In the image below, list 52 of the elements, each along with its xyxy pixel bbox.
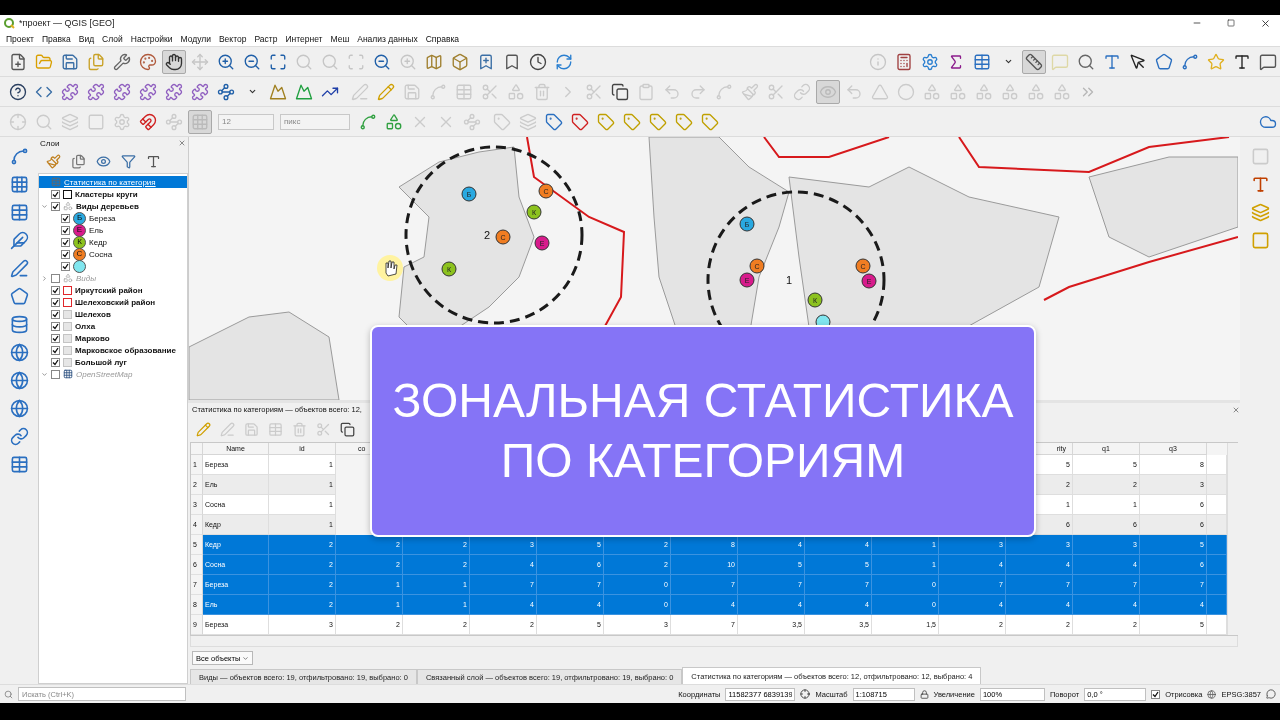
menu-item[interactable]: Интернет bbox=[285, 33, 323, 44]
layer-name: Иркутский район bbox=[75, 285, 143, 295]
menu-item[interactable]: Настройки bbox=[130, 33, 173, 44]
layer-name: Виды деревьев bbox=[76, 201, 139, 211]
window-title: *проект — QGIS [GEO] bbox=[19, 18, 116, 28]
layer-row[interactable]: Виды деревьев bbox=[39, 200, 187, 212]
dot-letter: Е bbox=[76, 226, 83, 234]
menu-item[interactable]: Справка bbox=[425, 33, 460, 44]
menu-item[interactable]: Растр bbox=[254, 33, 278, 44]
category-row[interactable]: К Кедр bbox=[39, 236, 187, 248]
layer-row[interactable]: Марковское образование bbox=[39, 344, 187, 356]
category-label: Ель bbox=[89, 225, 104, 235]
layer-row[interactable]: Иркутский район bbox=[39, 284, 187, 296]
layer-row[interactable]: Статистика по категория bbox=[39, 176, 187, 188]
layer-name: Виды bbox=[76, 273, 97, 283]
layer-name: Олха bbox=[75, 321, 96, 331]
category-row[interactable]: Е Ель bbox=[39, 224, 187, 236]
category-row[interactable]: С Сосна bbox=[39, 248, 187, 260]
layer-name: Большой луг bbox=[75, 357, 127, 367]
layer-row[interactable]: Кластеры круги bbox=[39, 188, 187, 200]
menu-item[interactable]: Правка bbox=[42, 33, 71, 44]
dot-letter: К bbox=[77, 238, 82, 246]
dot-letter: Б bbox=[76, 214, 83, 222]
category-label: Сосна bbox=[89, 249, 113, 259]
layer-name: Шелехов bbox=[75, 309, 111, 319]
layer-name: Марково bbox=[75, 333, 110, 343]
menu-item[interactable]: Проект bbox=[6, 33, 34, 44]
layer-name: Марковское образование bbox=[75, 345, 176, 355]
layer-name: OpenStreetMap bbox=[76, 369, 133, 379]
layer-row[interactable]: Олха bbox=[39, 320, 187, 332]
category-row[interactable]: Б Береза bbox=[39, 212, 187, 224]
banner-title: ПО КАТЕГОРИЯМ bbox=[500, 437, 906, 485]
dot-letter: С bbox=[76, 250, 83, 258]
menu-item[interactable]: Слой bbox=[102, 33, 123, 44]
layer-row[interactable]: Шелеховский район bbox=[39, 296, 187, 308]
category-label: Кедр bbox=[89, 237, 108, 247]
menu-item[interactable]: Вектор bbox=[218, 33, 247, 44]
category-label: Береза bbox=[89, 213, 116, 223]
cluster-label: 1 bbox=[786, 274, 793, 286]
layer-row[interactable]: Большой луг bbox=[39, 356, 187, 368]
menu-item[interactable]: Меш bbox=[330, 33, 350, 44]
panel-title: Слои bbox=[40, 138, 61, 148]
menu-item[interactable]: Модули bbox=[180, 33, 211, 44]
cluster-label: 2 bbox=[484, 229, 491, 241]
layer-row[interactable]: Марково bbox=[39, 332, 187, 344]
layer-row[interactable]: Шелехов bbox=[39, 308, 187, 320]
menu-item[interactable]: Анализ данных bbox=[357, 33, 418, 44]
layer-name: Шелеховский район bbox=[75, 297, 156, 307]
layer-name: Статистика по категория bbox=[64, 177, 156, 187]
layer-name: Кластеры круги bbox=[75, 189, 138, 199]
banner-title: ЗОНАЛЬНАЯ СТАТИСТИКА bbox=[392, 377, 1014, 425]
menu-item[interactable]: Вид bbox=[78, 33, 95, 44]
